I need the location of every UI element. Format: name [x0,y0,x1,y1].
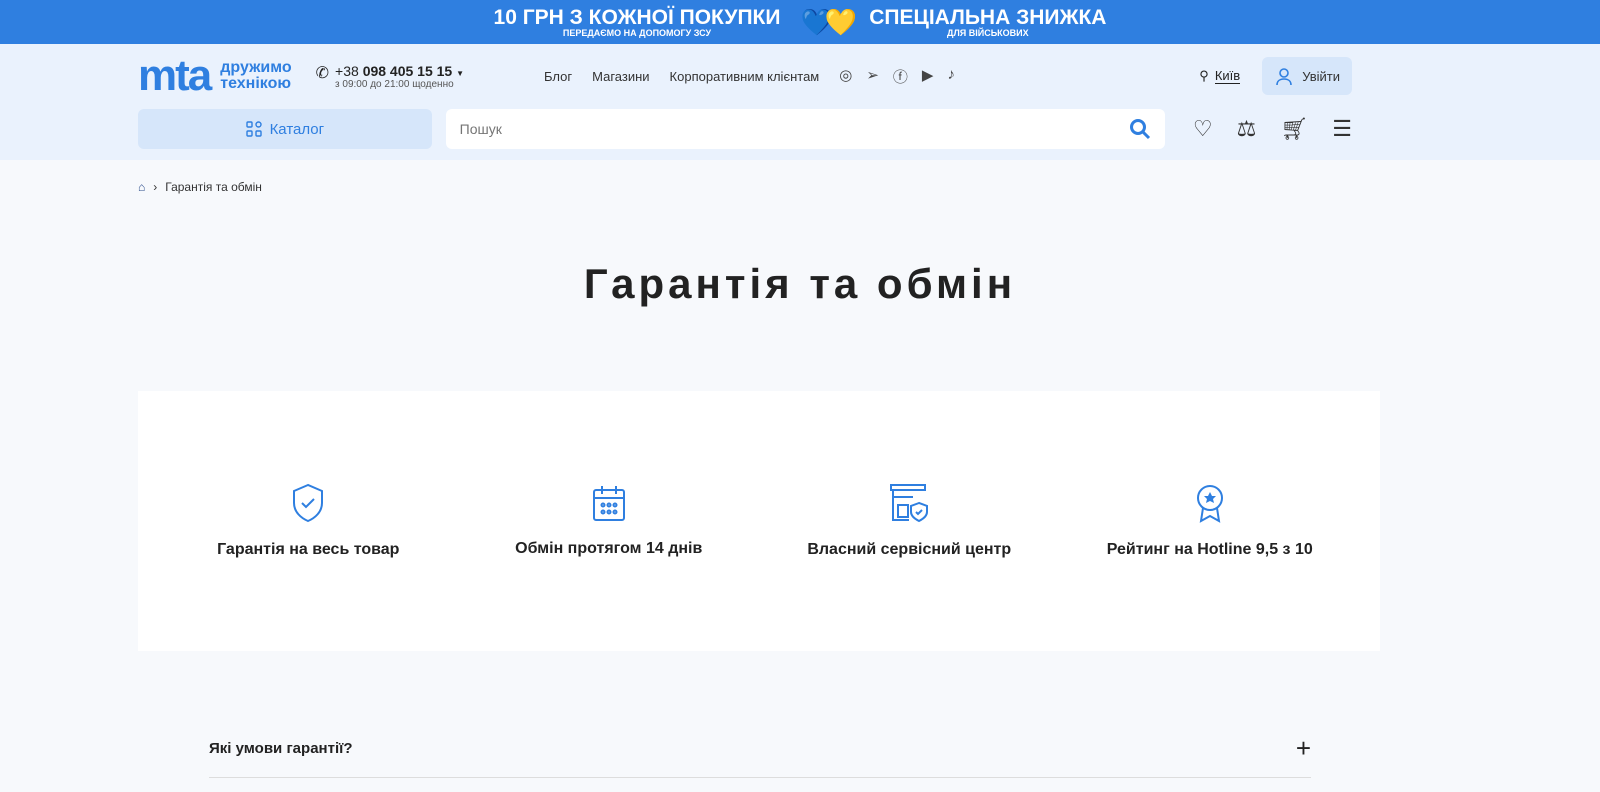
chevron-right-icon: › [153,180,158,194]
promo-banner[interactable]: 10 ГРН З КОЖНОЇ ПОКУПКИ ПЕРЕДАЄМО НА ДОПО… [0,0,1600,44]
promo-right-title: СПЕЦІАЛЬНА ЗНИЖКА [869,5,1107,29]
faq-question[interactable]: Які умови гарантії? [209,740,353,757]
city-name[interactable]: Київ [1214,68,1241,84]
feature-label: Власний сервісний центр [807,541,1012,558]
breadcrumb: ⌂ › Гарантія та обмін [138,180,262,194]
login-button[interactable]: Увійти [1262,57,1352,95]
facebook-icon[interactable]: ⓕ [893,66,908,87]
chevron-down-icon[interactable]: ▼ [456,69,464,78]
youtube-icon[interactable]: ▶ [922,66,934,87]
home-icon[interactable]: ⌂ [138,180,145,194]
faq-item[interactable]: Які умови гарантії? + [209,720,1311,778]
telegram-icon[interactable]: ➢ [866,66,879,87]
feature-label: Гарантія на весь товар [217,541,400,558]
feature-label: Рейтинг на Hotline 9,5 з 10 [1106,541,1313,558]
menu-icon[interactable]: ☰ [1332,116,1352,142]
catalog-button[interactable]: Каталог [138,109,432,149]
social-links: ◎ ➢ ⓕ ▶ ♪ [839,66,955,87]
feature-warranty: Гарантія на весь товар [168,483,448,559]
breadcrumb-current: Гарантія та обмін [165,180,262,194]
phone-icon: ✆ [315,64,330,82]
phone-block[interactable]: ✆ +38 098 405 15 15 ▼ з 09:00 до 21:00 щ… [316,63,464,90]
promo-left-title: 10 ГРН З КОЖНОЇ ПОКУПКИ [493,5,781,29]
award-badge-icon [1196,485,1223,523]
hearts-icon: 💙💛 [800,6,857,37]
shield-check-icon [293,483,324,523]
heart-icon[interactable]: ♡ [1193,116,1213,142]
grid-icon [245,121,262,137]
user-icon [1276,68,1292,86]
tagline-2: технікою [220,75,292,92]
search-input[interactable] [459,121,1060,137]
search-bar [445,109,1165,149]
calendar-icon [592,486,625,521]
tagline-1: дружимо [220,59,292,76]
nav-corporate[interactable]: Корпоративним клієнтам [670,69,820,84]
tiktok-icon[interactable]: ♪ [947,66,955,87]
catalog-label: Каталог [269,120,325,138]
cart-icon[interactable]: 🛒︎ [1280,116,1308,142]
instagram-icon[interactable]: ◎ [839,66,852,87]
feature-service-center: Власний сервісний центр [769,483,1049,559]
phone-number[interactable]: 098 405 15 15 [363,63,453,79]
promo-right-sub: ДЛЯ ВІЙСЬКОВИХ [947,27,1029,38]
login-label: Увійти [1302,68,1340,84]
working-hours: з 09:00 до 21:00 щоденно [335,78,454,90]
features-card: Гарантія на весь товар Обмін протягом 14… [138,391,1380,651]
header: mta дружимо технікою ✆ +38 098 405 15 15 … [0,44,1600,160]
nav-stores[interactable]: Магазини [592,69,649,84]
city-selector[interactable]: ⚲ Київ [1199,68,1241,84]
page-title: Гарантія та обмін [583,260,1017,307]
feature-exchange: Обмін протягом 14 днів [469,484,749,558]
nav-blog[interactable]: Блог [544,69,572,84]
plus-icon[interactable]: + [1296,733,1311,764]
top-nav: Блог Магазини Корпоративним клієнтам [544,69,819,84]
compare-icon[interactable]: ⚖ [1237,116,1257,142]
header-actions: ♡ ⚖ 🛒︎ ☰ [1193,116,1352,142]
location-pin-icon: ⚲ [1199,68,1209,83]
service-center-icon [890,484,929,523]
promo-left-sub: ПЕРЕДАЄМО НА ДОПОМОГУ ЗСУ [562,27,712,38]
phone-prefix: +38 [335,62,359,79]
feature-rating: Рейтинг на Hotline 9,5 з 10 [1070,483,1350,559]
feature-label: Обмін протягом 14 днів [515,540,703,557]
logo[interactable]: mta [138,54,212,98]
tagline: дружимо технікою [220,60,291,92]
search-icon[interactable] [1129,118,1151,140]
